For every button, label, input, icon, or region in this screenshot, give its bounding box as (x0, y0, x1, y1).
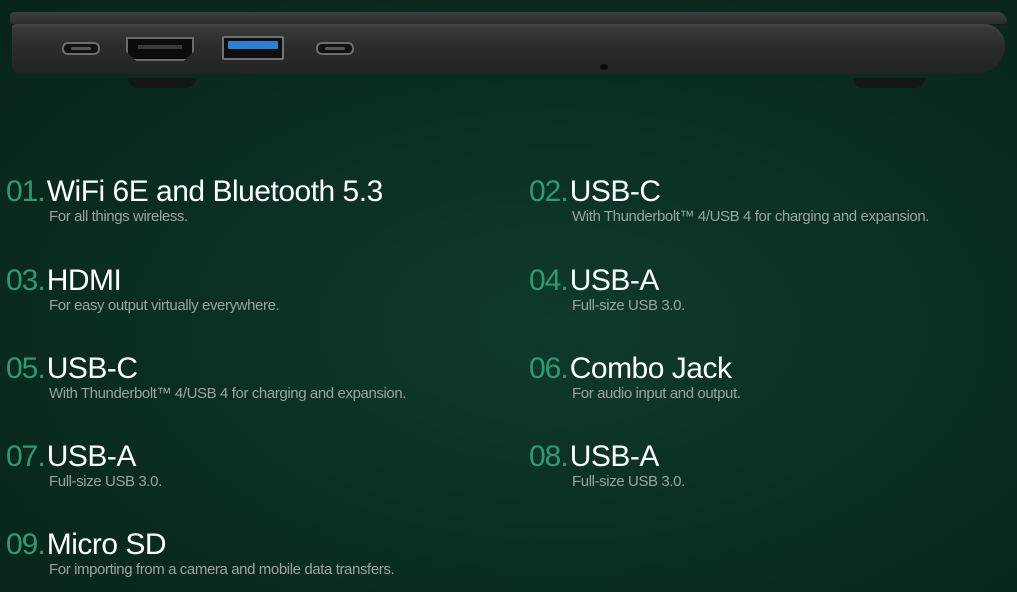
feature-title: USB-A (569, 264, 660, 297)
feature-description: With Thunderbolt™ 4/USB 4 for charging a… (49, 385, 407, 402)
usb-a-port-icon (222, 36, 284, 60)
feature-title: USB-A (569, 440, 660, 473)
feature-title: WiFi 6E and Bluetooth 5.3 (46, 175, 384, 208)
feature-number: 08. (529, 440, 569, 473)
feature-item: 07. USB-A Full-size USB 3.0. (6, 440, 476, 490)
feature-number: 09. (6, 528, 46, 561)
feature-title: Combo Jack (569, 352, 732, 385)
feature-item: 06. Combo Jack For audio input and outpu… (529, 352, 999, 402)
feature-description: Full-size USB 3.0. (572, 297, 685, 314)
hdmi-port-icon (126, 37, 194, 61)
feature-item: 08. USB-A Full-size USB 3.0. (529, 440, 999, 490)
feature-description: Full-size USB 3.0. (572, 473, 685, 490)
feature-title: USB-C (569, 175, 661, 208)
laptop-side-view (0, 0, 1017, 100)
feature-title: USB-C (46, 352, 138, 385)
feature-number: 04. (529, 264, 569, 297)
feature-number: 02. (529, 175, 569, 208)
feature-description: With Thunderbolt™ 4/USB 4 for charging a… (572, 208, 930, 225)
feature-number: 07. (6, 440, 46, 473)
usb-c-port-icon (62, 42, 100, 55)
feature-number: 06. (529, 352, 569, 385)
feature-item: 09. Micro SD For importing from a camera… (6, 528, 476, 578)
feature-description: For easy output virtually everywhere. (49, 297, 280, 314)
feature-description: For importing from a camera and mobile d… (49, 561, 395, 578)
feature-number: 05. (6, 352, 46, 385)
feature-title: Micro SD (46, 528, 167, 561)
feature-item: 04. USB-A Full-size USB 3.0. (529, 264, 999, 314)
feature-item: 03. HDMI For easy output virtually every… (6, 264, 476, 314)
laptop-foot-right (853, 78, 925, 88)
feature-description: For all things wireless. (49, 208, 188, 225)
laptop-foot-left (128, 78, 196, 88)
feature-number: 01. (6, 175, 46, 208)
usb-c-port-icon-2 (316, 42, 354, 55)
laptop-lid (10, 12, 1007, 24)
feature-number: 03. (6, 264, 46, 297)
feature-item: 01. WiFi 6E and Bluetooth 5.3 For all th… (6, 175, 476, 225)
feature-description: Full-size USB 3.0. (49, 473, 162, 490)
feature-item: 05. USB-C With Thunderbolt™ 4/USB 4 for … (6, 352, 476, 402)
feature-item: 02. USB-C With Thunderbolt™ 4/USB 4 for … (529, 175, 999, 225)
feature-description: For audio input and output. (572, 385, 741, 402)
feature-title: HDMI (46, 264, 122, 297)
feature-title: USB-A (46, 440, 137, 473)
speaker-hole-icon (600, 64, 608, 70)
